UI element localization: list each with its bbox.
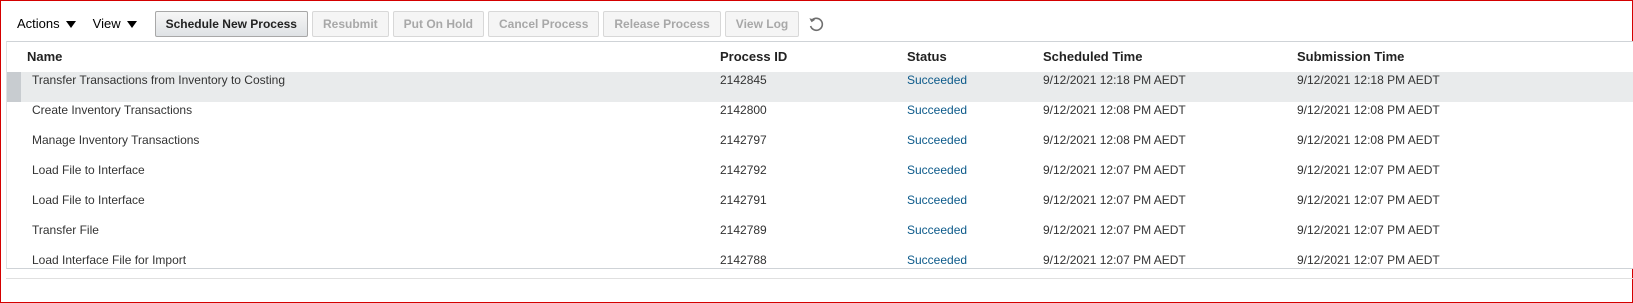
cell-process-id: 2142789 <box>720 223 767 237</box>
caret-down-icon <box>65 21 76 28</box>
cell-submission-time: 9/12/2021 12:08 PM AEDT <box>1297 103 1440 117</box>
cell-name: Create Inventory Transactions <box>32 103 193 117</box>
process-table: Name Process ID Status Scheduled Time Su… <box>6 41 1633 269</box>
table-row[interactable]: Load File to Interface 2142791 Succeeded… <box>7 192 1633 223</box>
actions-menu[interactable]: Actions <box>17 11 76 37</box>
table-row[interactable]: Transfer Transactions from Inventory to … <box>7 72 1633 103</box>
cell-scheduled-time: 9/12/2021 12:08 PM AEDT <box>1043 103 1186 117</box>
cell-process-id: 2142791 <box>720 193 767 207</box>
table-row[interactable]: Create Inventory Transactions 2142800 Su… <box>7 102 1633 133</box>
cell-name: Transfer File <box>32 223 99 237</box>
status-link[interactable]: Succeeded <box>907 102 967 132</box>
cell-scheduled-time: 9/12/2021 12:18 PM AEDT <box>1043 73 1186 87</box>
refresh-icon[interactable] <box>807 15 825 33</box>
column-header-status[interactable]: Status <box>907 42 947 72</box>
cell-scheduled-time: 9/12/2021 12:07 PM AEDT <box>1043 163 1186 177</box>
schedule-new-process-button[interactable]: Schedule New Process <box>154 10 308 37</box>
table-row[interactable]: Manage Inventory Transactions 2142797 Su… <box>7 132 1633 163</box>
status-link[interactable]: Succeeded <box>907 192 967 222</box>
cell-name: Manage Inventory Transactions <box>32 133 200 147</box>
status-link[interactable]: Succeeded <box>907 132 967 162</box>
cell-name: Transfer Transactions from Inventory to … <box>32 73 285 87</box>
table-header: Name Process ID Status Scheduled Time Su… <box>7 42 1633 73</box>
table-row[interactable]: Load File to Interface 2142792 Succeeded… <box>7 162 1633 193</box>
table-row[interactable]: Transfer File 2142789 Succeeded 9/12/202… <box>7 222 1633 253</box>
column-header-submission-time[interactable]: Submission Time <box>1297 42 1404 72</box>
view-log-button[interactable]: View Log <box>724 10 800 37</box>
cell-scheduled-time: 9/12/2021 12:07 PM AEDT <box>1043 193 1186 207</box>
view-menu-label: View <box>92 16 121 31</box>
cell-process-id: 2142792 <box>720 163 767 177</box>
cancel-process-button[interactable]: Cancel Process <box>488 10 600 37</box>
column-header-scheduled-time[interactable]: Scheduled Time <box>1043 42 1142 72</box>
cell-submission-time: 9/12/2021 12:07 PM AEDT <box>1297 163 1440 177</box>
put-on-hold-button[interactable]: Put On Hold <box>392 10 484 37</box>
table-row[interactable]: Load Interface File for Import 2142788 S… <box>7 252 1633 268</box>
toolbar: Actions View Schedule New Process Resubm… <box>1 8 1633 39</box>
column-header-process-id[interactable]: Process ID <box>720 42 787 72</box>
cell-submission-time: 9/12/2021 12:18 PM AEDT <box>1297 73 1440 87</box>
cell-submission-time: 9/12/2021 12:08 PM AEDT <box>1297 133 1440 147</box>
caret-down-icon <box>126 21 137 28</box>
cell-process-id: 2142800 <box>720 103 767 117</box>
cell-process-id: 2142845 <box>720 73 767 87</box>
cell-name: Load File to Interface <box>32 163 145 177</box>
cell-scheduled-time: 9/12/2021 12:08 PM AEDT <box>1043 133 1186 147</box>
release-process-button[interactable]: Release Process <box>603 10 721 37</box>
cell-name: Load File to Interface <box>32 193 145 207</box>
row-selection-marker <box>7 72 21 102</box>
actions-menu-label: Actions <box>17 16 60 31</box>
cell-submission-time: 9/12/2021 12:07 PM AEDT <box>1297 223 1440 237</box>
status-link[interactable]: Succeeded <box>907 222 967 252</box>
column-header-name[interactable]: Name <box>27 42 62 72</box>
cell-submission-time: 9/12/2021 12:07 PM AEDT <box>1297 193 1440 207</box>
view-menu[interactable]: View <box>93 11 137 37</box>
table-footer-divider <box>6 278 1633 279</box>
cell-scheduled-time: 9/12/2021 12:07 PM AEDT <box>1043 223 1186 237</box>
status-link[interactable]: Succeeded <box>907 72 967 102</box>
resubmit-button[interactable]: Resubmit <box>311 10 389 37</box>
process-monitor-panel: Actions View Schedule New Process Resubm… <box>0 0 1633 303</box>
cell-process-id: 2142797 <box>720 133 767 147</box>
status-link[interactable]: Succeeded <box>907 162 967 192</box>
